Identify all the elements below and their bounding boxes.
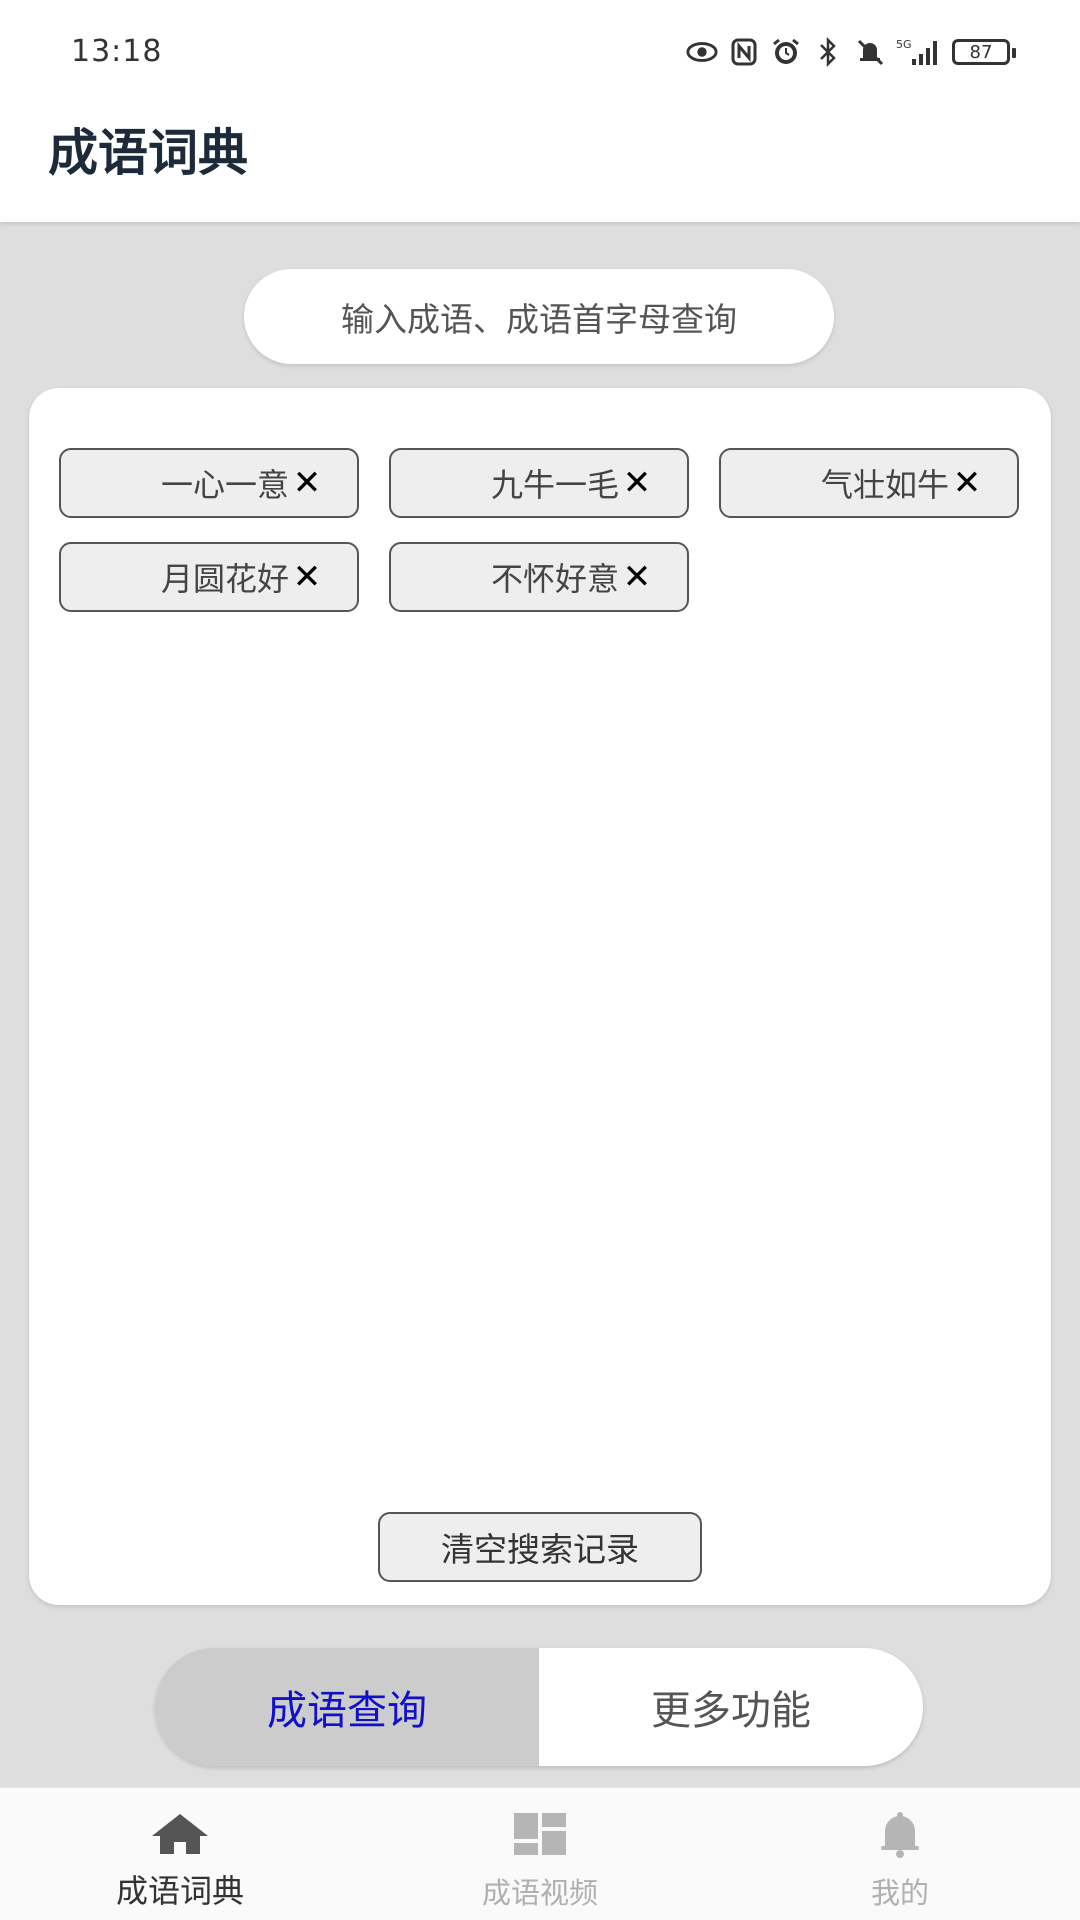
svg-text:5G: 5G — [896, 38, 912, 51]
segment-more-features[interactable]: 更多功能 — [539, 1648, 923, 1766]
nfc-icon — [728, 36, 760, 68]
history-chip[interactable]: 九牛一毛 ✕ — [389, 448, 689, 518]
signal-5g-icon: 5G — [896, 36, 942, 68]
nav-item-mine[interactable]: 我的 — [720, 1788, 1080, 1920]
history-chip-label: 九牛一毛 — [490, 466, 619, 504]
history-chip[interactable]: 气壮如牛 ✕ — [719, 448, 1019, 518]
dashboard-icon — [510, 1808, 570, 1860]
bottom-nav: 成语词典 成语视频 我的 — [0, 1787, 1080, 1920]
history-chip-label: 不怀好意 — [490, 560, 619, 598]
close-icon[interactable]: ✕ — [621, 560, 653, 594]
close-icon[interactable]: ✕ — [621, 466, 653, 500]
bluetooth-icon — [812, 36, 844, 68]
history-chip-label: 气壮如牛 — [820, 466, 949, 504]
status-time: 13:18 — [71, 34, 163, 69]
close-icon[interactable]: ✕ — [951, 466, 983, 500]
history-chip[interactable]: 不怀好意 ✕ — [389, 542, 689, 612]
clear-history-button[interactable]: 清空搜索记录 — [378, 1512, 702, 1582]
feature-segment: 成语查询 更多功能 — [155, 1648, 923, 1766]
battery-icon: 87 — [952, 39, 1016, 65]
nav-label: 成语词典 — [115, 1872, 244, 1910]
alarm-icon — [770, 36, 802, 68]
history-chip[interactable]: 一心一意 ✕ — [59, 448, 359, 518]
mute-icon — [854, 36, 886, 68]
nav-label: 我的 — [870, 1876, 929, 1910]
search-history-card: 一心一意 ✕ 九牛一毛 ✕ 气壮如牛 ✕ 月圆花好 ✕ 不怀好意 ✕ 清空搜索记… — [29, 388, 1051, 1605]
history-chip-label: 月圆花好 — [160, 560, 289, 598]
nav-item-videos[interactable]: 成语视频 — [360, 1788, 720, 1920]
top-bar: 13:18 5G 87 成语词典 — [0, 0, 1080, 222]
home-icon — [150, 1808, 210, 1860]
nav-label: 成语视频 — [481, 1876, 598, 1910]
search-input[interactable]: 输入成语、成语首字母查询 — [244, 269, 834, 364]
history-chip[interactable]: 月圆花好 ✕ — [59, 542, 359, 612]
eye-icon — [686, 36, 718, 68]
segment-idiom-query[interactable]: 成语查询 — [155, 1648, 539, 1766]
close-icon[interactable]: ✕ — [291, 466, 323, 500]
nav-item-dictionary[interactable]: 成语词典 — [0, 1788, 360, 1920]
bell-icon — [870, 1808, 930, 1860]
page-title: 成语词典 — [48, 124, 248, 182]
close-icon[interactable]: ✕ — [291, 560, 323, 594]
status-icons: 5G 87 — [686, 34, 1016, 70]
history-chip-label: 一心一意 — [160, 466, 289, 504]
